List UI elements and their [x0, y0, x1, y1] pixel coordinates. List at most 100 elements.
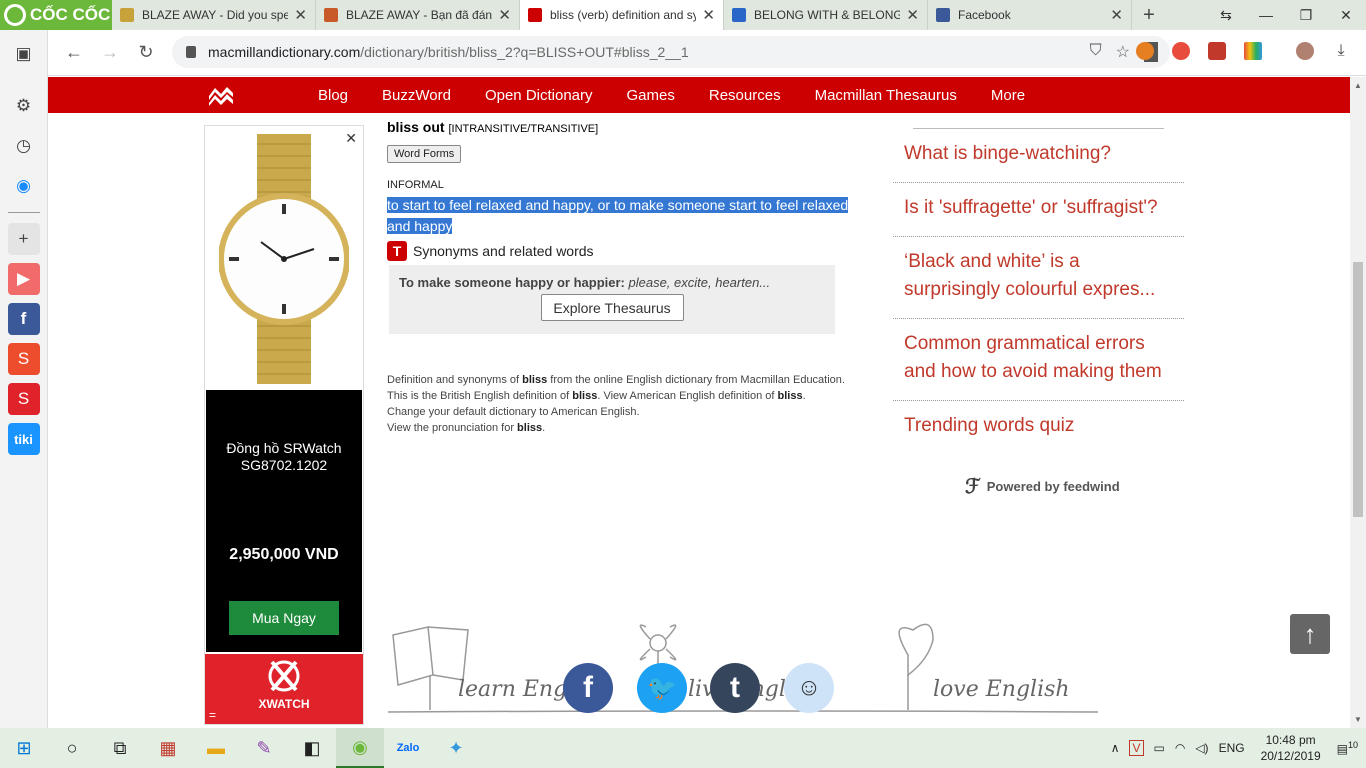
scrollbar-thumb[interactable] — [1353, 262, 1363, 517]
footnote-word[interactable]: bliss — [778, 390, 803, 402]
restore-button[interactable]: ❐ — [1286, 0, 1326, 30]
nav-link-thesaurus[interactable]: Macmillan Thesaurus — [815, 87, 957, 104]
footnote-line-4[interactable]: View the pronunciation for bliss. — [387, 420, 857, 436]
powered-by-feedwind[interactable]: ℱ Powered by feedwind — [965, 474, 1184, 499]
reddit-share-icon[interactable]: ☺ — [784, 663, 834, 713]
macmillan-logo-icon[interactable] — [208, 84, 234, 106]
colorful-extension-icon[interactable] — [1244, 42, 1262, 60]
watch-advertisement[interactable]: ✕ Đồng hồ SRWatch SG8702.1202 2,950,000 … — [204, 125, 364, 725]
twitter-share-icon[interactable]: 🐦 — [637, 663, 687, 713]
profile-avatar[interactable] — [1296, 42, 1314, 60]
xwatch-banner[interactable]: XWATCH = — [205, 654, 363, 724]
back-button[interactable]: ← — [56, 35, 92, 71]
tumblr-share-icon[interactable]: t — [710, 663, 760, 713]
history-icon[interactable]: ◷ — [8, 130, 40, 162]
nav-link-more[interactable]: More — [991, 87, 1025, 104]
downloads-icon[interactable]: ⤓ — [1332, 42, 1350, 60]
browser-tab[interactable]: Facebook ✕ — [928, 0, 1132, 30]
feed-item[interactable]: ‘Black and white’ is a surprisingly colo… — [893, 237, 1184, 319]
close-tab-icon[interactable]: ✕ — [1110, 6, 1123, 24]
feed-item[interactable]: What is binge-watching? — [893, 129, 1184, 183]
shopee-icon[interactable]: S — [7, 343, 40, 375]
close-tab-icon[interactable]: ✕ — [294, 6, 307, 24]
language-indicator[interactable]: ENG — [1219, 741, 1245, 755]
facebook-icon[interactable]: f — [7, 303, 40, 335]
scroll-up-arrow-icon[interactable]: ▲ — [1354, 81, 1362, 90]
coccoc-taskbar-icon[interactable]: ◉ — [336, 728, 384, 768]
forward-button[interactable]: → — [92, 35, 128, 71]
battery-icon[interactable]: ▭ — [1154, 741, 1165, 755]
coccoc-logo[interactable]: CỐC CỐC — [0, 0, 112, 30]
volume-icon[interactable]: ◁) — [1195, 741, 1208, 755]
page-scrollbar[interactable]: ▲ ▼ — [1350, 77, 1366, 728]
windows-start-icon[interactable]: ⊞ — [0, 728, 48, 768]
coccoc-extension-icon[interactable] — [1136, 42, 1154, 60]
nav-link-games[interactable]: Games — [627, 87, 675, 104]
tab-favicon — [528, 8, 542, 22]
bookmark-star-icon[interactable]: ☆ — [1116, 42, 1130, 62]
address-bar[interactable]: macmillandictionary.com/dictionary/briti… — [172, 36, 1170, 68]
facebook-share-icon[interactable]: f — [563, 663, 613, 713]
scroll-to-top-button[interactable]: ↑ — [1290, 614, 1330, 654]
feed-item[interactable]: Is it 'suffragette' or 'suffragist'? — [893, 183, 1184, 237]
explore-thesaurus-button[interactable]: Explore Thesaurus — [540, 294, 684, 321]
red-extension-icon[interactable] — [1208, 42, 1226, 60]
sendo-icon[interactable]: S — [7, 383, 40, 415]
task-view-icon[interactable]: ⧉ — [96, 728, 144, 768]
notification-center-icon[interactable]: ▤10 — [1337, 740, 1358, 756]
tiki-icon[interactable]: tiki — [7, 423, 40, 455]
pronunciation-link[interactable]: View the pronunciation for — [387, 422, 517, 434]
unikey-icon[interactable]: V — [1129, 740, 1144, 756]
reload-button[interactable]: ↻ — [128, 35, 164, 71]
show-hidden-icons-icon[interactable]: ∧ — [1111, 741, 1120, 755]
app-icon[interactable]: ▦ — [144, 728, 192, 768]
nav-link-open-dictionary[interactable]: Open Dictionary — [485, 87, 593, 104]
buy-now-button[interactable]: Mua Ngay — [229, 601, 339, 635]
browser-tab[interactable]: BLAZE AWAY - Bạn đã đánh ✕ — [316, 0, 520, 30]
tab-title: BLAZE AWAY - Bạn đã đánh — [346, 8, 493, 22]
powered-by-label: Powered by feedwind — [986, 479, 1120, 494]
messenger-icon[interactable]: ◉ — [8, 170, 40, 202]
minimize-button[interactable]: — — [1246, 0, 1286, 30]
clock[interactable]: 10:48 pm 20/12/2019 — [1255, 732, 1327, 764]
scroll-down-arrow-icon[interactable]: ▼ — [1354, 715, 1362, 724]
zalo-icon[interactable]: Zalo — [384, 728, 432, 768]
nav-link-blog[interactable]: Blog — [318, 87, 348, 104]
change-dictionary-link[interactable]: Change your default dictionary to Americ… — [387, 404, 857, 420]
grammar-label: [INTRANSITIVE/TRANSITIVE] — [448, 123, 599, 135]
app-star-icon[interactable]: ✦ — [432, 728, 480, 768]
search-icon[interactable]: ○ — [48, 728, 96, 768]
close-tab-icon[interactable]: ✕ — [906, 6, 919, 24]
paint-icon[interactable]: ✎ — [240, 728, 288, 768]
tab-search-icon[interactable]: ⇆ — [1206, 0, 1246, 30]
browser-tab[interactable]: BLAZE AWAY - Did you spel ✕ — [112, 0, 316, 30]
url-path: /dictionary/british/bliss_2?q=BLISS+OUT#… — [360, 44, 689, 60]
adblock-icon[interactable] — [1172, 42, 1190, 60]
footnote-word: bliss — [572, 390, 598, 402]
settings-icon[interactable]: ⚙ — [8, 90, 40, 122]
nav-link-resources[interactable]: Resources — [709, 87, 781, 104]
browser-tab-active[interactable]: bliss (verb) definition and sy ✕ — [520, 0, 724, 30]
close-window-button[interactable]: ✕ — [1326, 0, 1366, 30]
shield-icon[interactable]: ⛉ — [1090, 42, 1102, 62]
close-tab-icon[interactable]: ✕ — [498, 6, 511, 24]
sticky-notes-icon[interactable]: ◧ — [288, 728, 336, 768]
sidebar-toggle-icon[interactable]: ▣ — [8, 38, 40, 70]
browser-tab[interactable]: BELONG WITH & BELONG T ✕ — [724, 0, 928, 30]
nav-link-buzzword[interactable]: BuzzWord — [382, 87, 451, 104]
youtube-icon[interactable]: ▶ — [7, 263, 40, 295]
close-tab-icon[interactable]: ✕ — [702, 6, 715, 24]
footnote-text: Definition and synonyms of — [387, 374, 523, 386]
new-tab-button[interactable]: + — [1132, 0, 1166, 30]
wifi-icon[interactable]: ◠ — [1175, 741, 1185, 755]
american-definition-link[interactable]: . View American English definition of — [597, 390, 777, 402]
file-explorer-icon[interactable]: ▬ — [192, 728, 240, 768]
word-forms-button[interactable]: Word Forms — [387, 145, 462, 163]
feed-item[interactable]: Trending words quiz — [893, 401, 1184, 454]
thesaurus-synonyms[interactable]: please, excite, hearten... — [629, 275, 771, 290]
doodle-text-love: love English — [933, 677, 1070, 702]
feed-item[interactable]: Common grammatical errors and how to avo… — [893, 319, 1184, 401]
footnote-word[interactable]: bliss — [517, 422, 542, 434]
add-shortcut-icon[interactable]: + — [7, 223, 40, 255]
lock-icon[interactable] — [186, 46, 196, 58]
